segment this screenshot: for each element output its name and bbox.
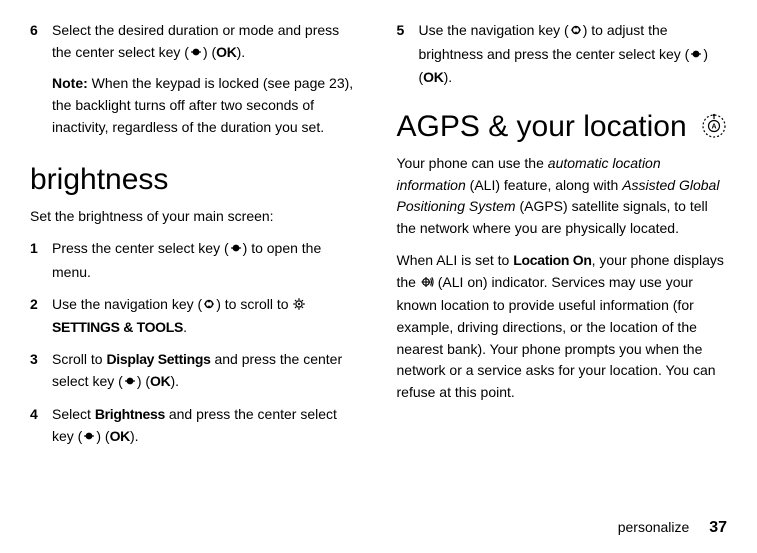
text: .	[183, 319, 187, 335]
menu-label: Display Settings	[106, 351, 210, 367]
text: ) (	[137, 373, 150, 389]
menu-label: SETTINGS & TOOLS	[52, 319, 183, 335]
center-select-key-icon	[689, 46, 703, 68]
text: Press the center select key (	[52, 240, 229, 256]
agps-section-icon: A	[701, 113, 727, 146]
footer-section-label: personalize	[618, 519, 690, 535]
ok-label: OK	[150, 373, 170, 389]
note-label: Note:	[52, 75, 88, 91]
text: Use the navigation key (	[52, 296, 202, 312]
text: ).	[237, 44, 246, 60]
content-columns: 6 Select the desired duration or mode an…	[30, 20, 727, 460]
page-number: 37	[709, 519, 727, 536]
step-note: Note: When the keypad is locked (see pag…	[52, 73, 361, 138]
ali-on-indicator-icon	[420, 274, 434, 296]
step-body: Use the navigation key ( ) to scroll to S…	[52, 294, 361, 339]
step-number: 6	[30, 20, 52, 138]
left-column: 6 Select the desired duration or mode an…	[30, 20, 361, 460]
step-number: 3	[30, 349, 52, 394]
ok-label: OK	[423, 69, 443, 85]
step-number: 1	[30, 238, 52, 283]
step-6: 6 Select the desired duration or mode an…	[30, 20, 361, 138]
step-body: Press the center select key () to open t…	[52, 238, 361, 283]
document-page: 6 Select the desired duration or mode an…	[0, 0, 757, 553]
center-select-key-icon	[189, 44, 203, 66]
ok-label: OK	[110, 428, 130, 444]
menu-label: Brightness	[95, 406, 165, 422]
text: Use the navigation key (	[419, 22, 569, 38]
section-heading-brightness: brightness	[30, 162, 361, 198]
text: Your phone can use the	[397, 155, 548, 171]
agps-heading-wrap: A AGPS & your location	[397, 109, 728, 145]
gear-icon	[292, 296, 306, 318]
text: ) to scroll to	[216, 296, 292, 312]
text: Select	[52, 406, 95, 422]
step-number: 2	[30, 294, 52, 339]
step-body: Scroll to Display Settings and press the…	[52, 349, 361, 394]
menu-label: Location On	[513, 252, 591, 268]
step-5: 5 Use the navigation key () to adjust th…	[397, 20, 728, 89]
note-body: When the keypad is locked (see page 23),…	[52, 75, 353, 134]
text: ) (	[96, 428, 109, 444]
text: ).	[444, 69, 453, 85]
right-column: 5 Use the navigation key () to adjust th…	[397, 20, 728, 460]
intro-paragraph: Set the brightness of your main screen:	[30, 206, 361, 228]
section-heading-agps: AGPS & your location	[397, 109, 728, 145]
step-1: 1 Press the center select key () to open…	[30, 238, 361, 283]
agps-paragraph-2: When ALI is set to Location On, your pho…	[397, 250, 728, 404]
text: ).	[170, 373, 179, 389]
step-body: Use the navigation key () to adjust the …	[419, 20, 728, 89]
text: ).	[130, 428, 139, 444]
step-number: 5	[397, 20, 419, 89]
svg-text:A: A	[711, 124, 716, 131]
text: ) (	[203, 44, 216, 60]
step-body: Select Brightness and press the center s…	[52, 404, 361, 449]
text: (ALI on) indicator. Services may use you…	[397, 274, 716, 400]
text: Scroll to	[52, 351, 106, 367]
page-footer: personalize 37	[618, 519, 727, 537]
ok-label: OK	[216, 44, 236, 60]
center-select-key-icon	[82, 428, 96, 450]
agps-paragraph-1: Your phone can use the automatic locatio…	[397, 153, 728, 240]
step-number: 4	[30, 404, 52, 449]
center-select-key-icon	[123, 373, 137, 395]
navigation-key-icon	[569, 22, 583, 44]
step-body: Select the desired duration or mode and …	[52, 20, 361, 138]
center-select-key-icon	[229, 240, 243, 262]
navigation-key-icon	[202, 296, 216, 318]
text: (ALI) feature, along with	[466, 177, 622, 193]
step-4: 4 Select Brightness and press the center…	[30, 404, 361, 449]
step-3: 3 Scroll to Display Settings and press t…	[30, 349, 361, 394]
text: When ALI is set to	[397, 252, 514, 268]
step-2: 2 Use the navigation key ( ) to scroll to…	[30, 294, 361, 339]
